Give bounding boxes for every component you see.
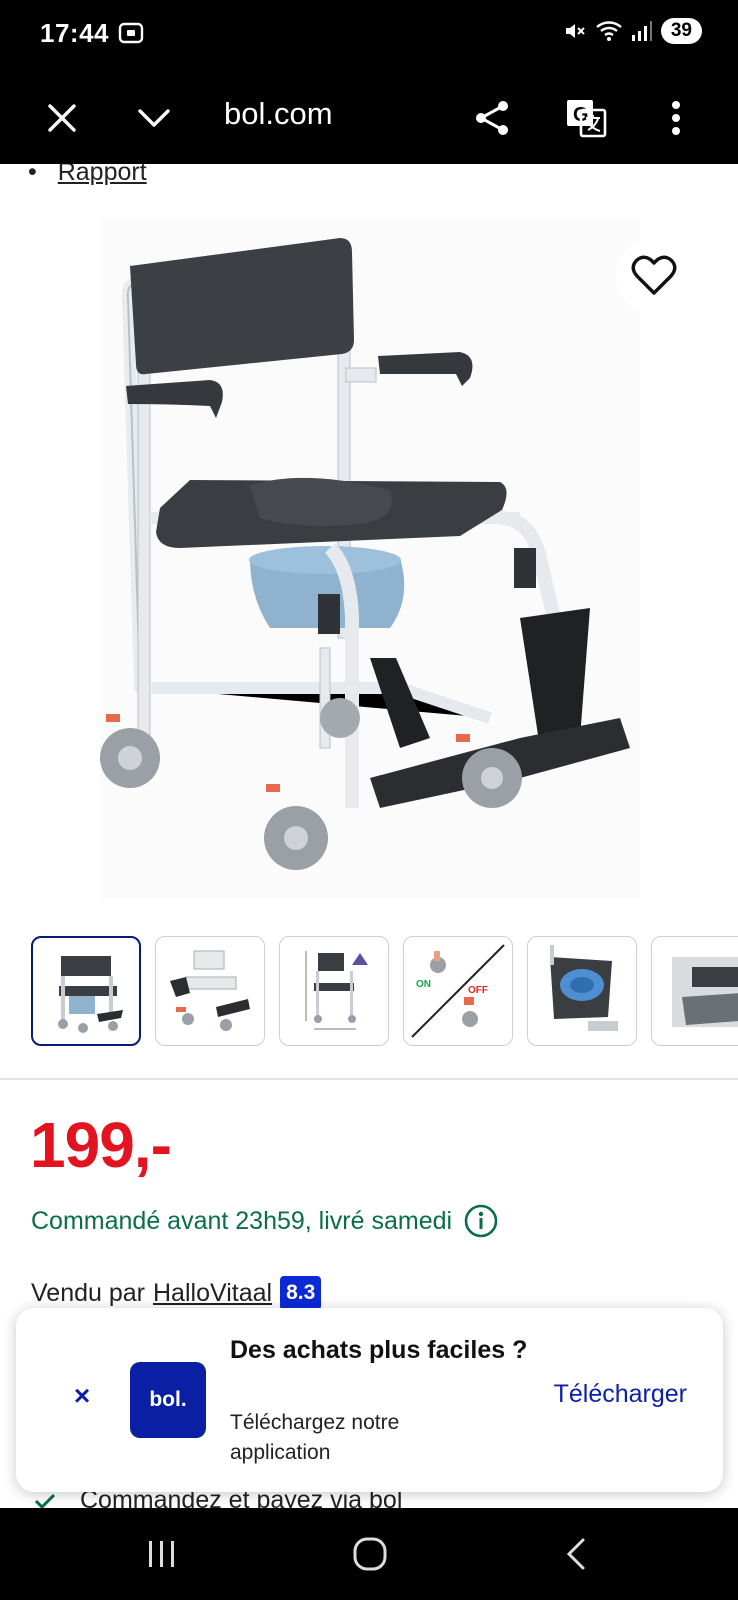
banner-subtitle: Téléchargez notre application: [230, 1411, 400, 1464]
thumb-on-label: ON: [416, 979, 431, 990]
bucket-thumb-icon: [550, 945, 618, 1031]
recent-apps-icon[interactable]: [142, 1534, 182, 1574]
product-image[interactable]: [100, 218, 640, 898]
seller-score-badge[interactable]: 8.3: [280, 1276, 322, 1310]
status-bar: 17:44 39: [0, 0, 738, 72]
product-price: 199,-: [30, 1109, 172, 1181]
rapport-link[interactable]: Rapport: [58, 164, 147, 186]
close-icon: ×: [73, 1380, 91, 1411]
share-icon[interactable]: [466, 92, 518, 144]
seller-prefix: Vendu par: [31, 1278, 145, 1307]
thumbnail-6[interactable]: [651, 936, 738, 1046]
info-icon[interactable]: [464, 1204, 498, 1238]
section-divider: [0, 1078, 738, 1080]
more-vert-icon[interactable]: [650, 92, 702, 144]
thumbnail-4[interactable]: ON OFF: [403, 936, 513, 1046]
mute-icon: [565, 24, 585, 38]
bol-logo-text: bol.: [149, 1388, 187, 1411]
home-icon[interactable]: [350, 1534, 390, 1574]
system-nav-bar: [0, 1508, 738, 1600]
back-icon[interactable]: [556, 1534, 596, 1574]
chair-angle-thumb-icon: [170, 950, 250, 1031]
page-url-title[interactable]: bol.com: [224, 96, 333, 132]
thumbnail-5[interactable]: [527, 936, 637, 1046]
dimensions-thumb-icon: [305, 951, 368, 1030]
status-indicators: 39: [563, 18, 702, 44]
banner-title: Des achats plus faciles ?: [230, 1336, 528, 1364]
chair-thumb-icon: [58, 956, 123, 1033]
commode-chair-illustration: [100, 238, 630, 870]
bol-logo: bol.: [130, 1362, 206, 1438]
thumbnail-3[interactable]: [279, 936, 389, 1046]
rapport-row: • Rapport: [28, 164, 147, 187]
screen-capture-icon: [118, 22, 144, 44]
bullet: •: [28, 164, 37, 186]
wifi-icon: [596, 21, 622, 41]
download-button[interactable]: Télécharger: [554, 1380, 687, 1409]
app-download-banner: × bol. Des achats plus faciles ? Télécha…: [16, 1308, 723, 1492]
thumb-off-label: OFF: [468, 985, 488, 996]
thumbnail-strip[interactable]: ON OFF: [31, 936, 738, 1048]
status-time: 17:44: [40, 18, 109, 48]
chevron-down-icon[interactable]: [128, 92, 180, 144]
heart-icon: [631, 255, 677, 295]
close-icon[interactable]: [36, 92, 88, 144]
browser-toolbar: bol.com G: [0, 72, 738, 164]
thumbnail-1[interactable]: [31, 936, 141, 1046]
checkmark-icon: [34, 1493, 56, 1508]
translate-icon[interactable]: G: [560, 92, 612, 144]
battery-indicator: 39: [660, 18, 702, 44]
detail-thumb-icon: [672, 957, 738, 1027]
seller-row: Vendu par HalloVitaal 8.3: [31, 1276, 322, 1310]
banner-close-button[interactable]: ×: [64, 1378, 100, 1414]
seller-link[interactable]: HalloVitaal: [153, 1279, 272, 1308]
brake-thumb-icon: ON OFF: [411, 944, 505, 1038]
wishlist-button[interactable]: [616, 238, 692, 314]
thumbnail-2[interactable]: [155, 936, 265, 1046]
delivery-info: Commandé avant 23h59, livré samedi: [31, 1204, 498, 1238]
signal-icon: [631, 21, 652, 41]
delivery-text: Commandé avant 23h59, livré samedi: [31, 1206, 453, 1235]
page-content[interactable]: • Rapport ON OFF 199,- Commandé avant 23…: [0, 164, 738, 1508]
